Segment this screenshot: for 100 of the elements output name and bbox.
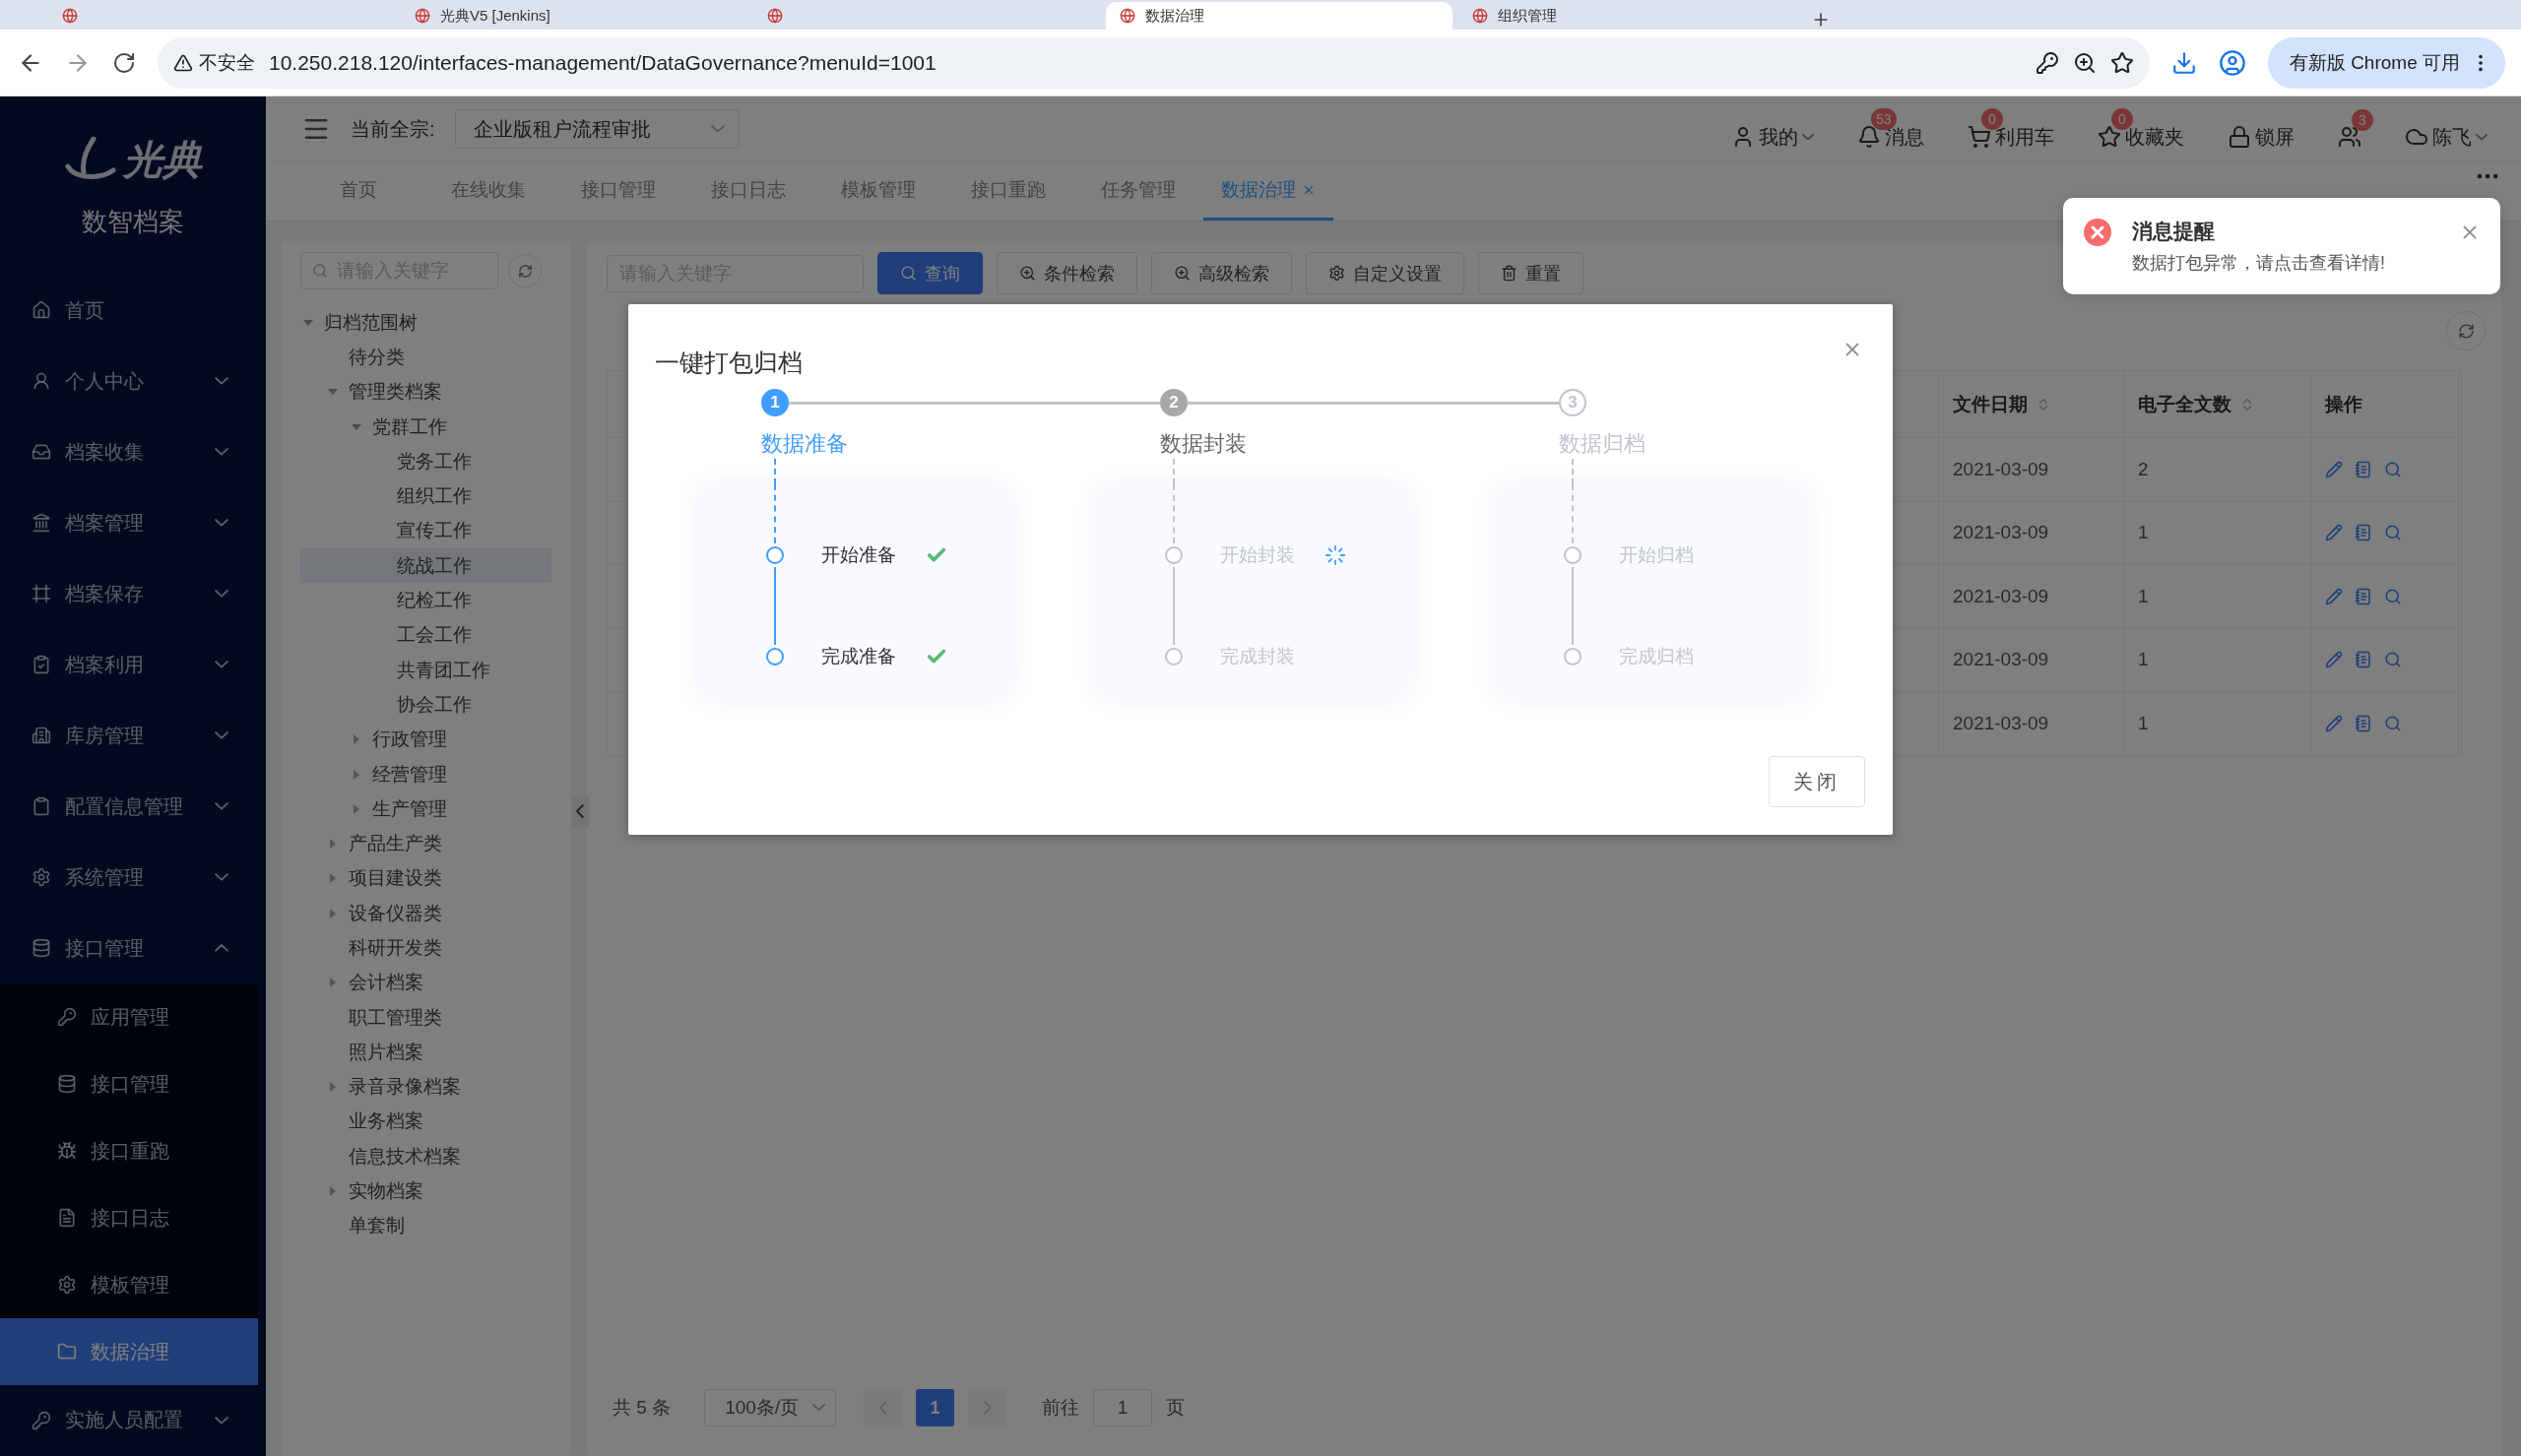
page-tab[interactable]: 接口日志 [683,162,813,221]
tree-node[interactable]: 共青团工作 [300,652,551,688]
page-tab[interactable]: 首页 [293,162,423,221]
tree-node[interactable]: 职工管理类 [300,999,551,1036]
tree-node[interactable]: 党群工作 [300,409,551,445]
tree-node[interactable]: 经营管理 [300,756,551,792]
close-icon[interactable] [1302,183,1316,197]
notification-message[interactable]: 数据打包异常，请点击查看详情! [2132,251,2439,275]
header-action[interactable]: 陈飞 [2405,107,2497,151]
toolbar-button[interactable]: 重置 [1478,252,1584,294]
nav-item[interactable]: 接口日志 [0,1184,258,1251]
toolbar-button[interactable]: 高级检索 [1151,252,1292,294]
header-action[interactable]: 我的 [1731,107,1824,151]
nav-item[interactable]: 数据治理 [0,1318,258,1385]
search-icon[interactable] [2384,714,2402,732]
toolbar-button[interactable]: 自定义设置 [1306,252,1464,294]
nav-item[interactable]: 系统管理 [0,842,258,913]
edit-icon[interactable] [2325,587,2343,605]
search-icon[interactable] [2384,524,2402,542]
edit-icon[interactable] [2325,460,2343,478]
security-chip[interactable]: 不安全 [173,49,255,76]
tree-node[interactable]: 信息技术档案 [300,1139,551,1174]
tree-node[interactable]: 业务档案 [300,1104,551,1140]
collapse-handle[interactable] [571,795,589,827]
page-button[interactable]: 1 [916,1389,955,1426]
nav-item[interactable]: 接口管理 [0,913,258,983]
tree-node[interactable]: 项目建设类 [300,860,551,897]
browser-tab[interactable]: 组织管理 [1458,2,1805,30]
tree-node[interactable]: 产品生产类 [300,826,551,861]
tree-node[interactable]: 待分类 [300,340,551,375]
page-tab[interactable]: 数据治理 [1203,162,1333,221]
download-icon[interactable] [2170,49,2197,76]
profile-icon[interactable] [2218,48,2246,77]
tree-node[interactable]: 归档范围树 [300,305,551,341]
tree-node[interactable]: 单套制 [300,1208,551,1243]
page-tab[interactable]: 接口管理 [553,162,683,221]
nav-item[interactable]: 档案收集 [0,416,258,488]
tree-node[interactable]: 生产管理 [300,791,551,827]
tree-node[interactable]: 设备仪器类 [300,896,551,931]
tree-node[interactable]: 协会工作 [300,687,551,723]
tree-node[interactable]: 行政管理 [300,722,551,757]
header-action[interactable]: 消息 53 [1857,107,1934,151]
edit-icon[interactable] [2325,524,2343,542]
tree-node[interactable]: 纪检工作 [300,583,551,618]
tree-node[interactable]: 管理类档案 [300,374,551,410]
tree-node[interactable]: 科研开发类 [300,930,551,966]
page-size-select[interactable]: 100条/页 [704,1389,837,1426]
browser-tab[interactable]: 数据治理 [1106,2,1453,30]
page-tab[interactable]: 模板管理 [813,162,943,221]
nav-item[interactable]: 档案保存 [0,558,258,630]
header-action[interactable]: 利用车 0 [1968,107,2064,151]
nav-item[interactable]: 配置信息管理 [0,771,258,843]
zoom-icon[interactable] [2072,50,2097,75]
nav-item[interactable]: 应用管理 [0,983,258,1050]
fonds-select[interactable]: 企业版租户流程审批 [454,109,740,149]
tree-node[interactable]: 统战工作 [300,548,551,584]
tree-node[interactable]: 工会工作 [300,617,551,653]
edit-icon[interactable] [2325,714,2343,732]
nav-item[interactable]: 接口重跑 [0,1117,258,1184]
nav-item[interactable]: 模板管理 [0,1251,258,1318]
nav-item[interactable]: 首页 [0,275,258,347]
page-tab[interactable]: 在线收集 [423,162,553,221]
refresh-button[interactable] [2446,311,2486,350]
reload-icon[interactable] [112,50,136,75]
tree-node[interactable]: 照片档案 [300,1035,551,1070]
address-bar[interactable]: 不安全 10.250.218.120/interfaces-management/DataGovernance?menuId=1001 [158,36,2150,89]
update-button[interactable]: 有新版 Chrome 可用 [2267,36,2505,89]
tree-node[interactable]: 宣传工作 [300,513,551,549]
header-action[interactable]: 3 [2338,109,2371,149]
star-icon[interactable] [2109,50,2134,75]
document-icon[interactable] [2355,524,2372,542]
nav-item[interactable]: 档案利用 [0,629,258,701]
column-header[interactable]: 电子全文数 [2124,371,2311,438]
refresh-button[interactable] [508,254,542,287]
close-button[interactable]: 关闭 [1769,756,1865,807]
page-input[interactable]: 1 [1093,1389,1153,1426]
header-action[interactable]: 锁屏 [2228,107,2304,151]
column-header[interactable]: 文件日期 [1939,371,2124,438]
header-action[interactable]: 收藏夹 0 [2098,107,2194,151]
nav-item[interactable]: 接口管理 [0,1050,258,1117]
tree-node[interactable]: 实物档案 [300,1173,551,1209]
key-icon[interactable] [2035,50,2059,75]
nav-item[interactable]: 实施人员配置 [0,1385,258,1456]
search-icon[interactable] [2384,460,2402,478]
browser-tab[interactable]: 光典V5 [Jenkins] [401,2,747,30]
nav-item[interactable]: 档案管理 [0,487,258,559]
search-icon[interactable] [2384,587,2402,605]
nav-item[interactable]: 库房管理 [0,700,258,772]
tree-node[interactable]: 会计档案 [300,965,551,1000]
page-tab[interactable]: 接口重跑 [943,162,1073,221]
tree-node[interactable]: 党务工作 [300,444,551,479]
tree-node[interactable]: 组织工作 [300,478,551,514]
page-tab[interactable]: 任务管理 [1073,162,1203,221]
toolbar-button[interactable]: 条件检索 [997,252,1137,294]
document-icon[interactable] [2355,714,2372,732]
search-icon[interactable] [2384,651,2402,669]
document-icon[interactable] [2355,587,2372,605]
toolbar-button[interactable]: 查询 [877,252,983,294]
tree-node[interactable]: 录音录像档案 [300,1069,551,1105]
nav-item[interactable]: 个人中心 [0,346,258,417]
